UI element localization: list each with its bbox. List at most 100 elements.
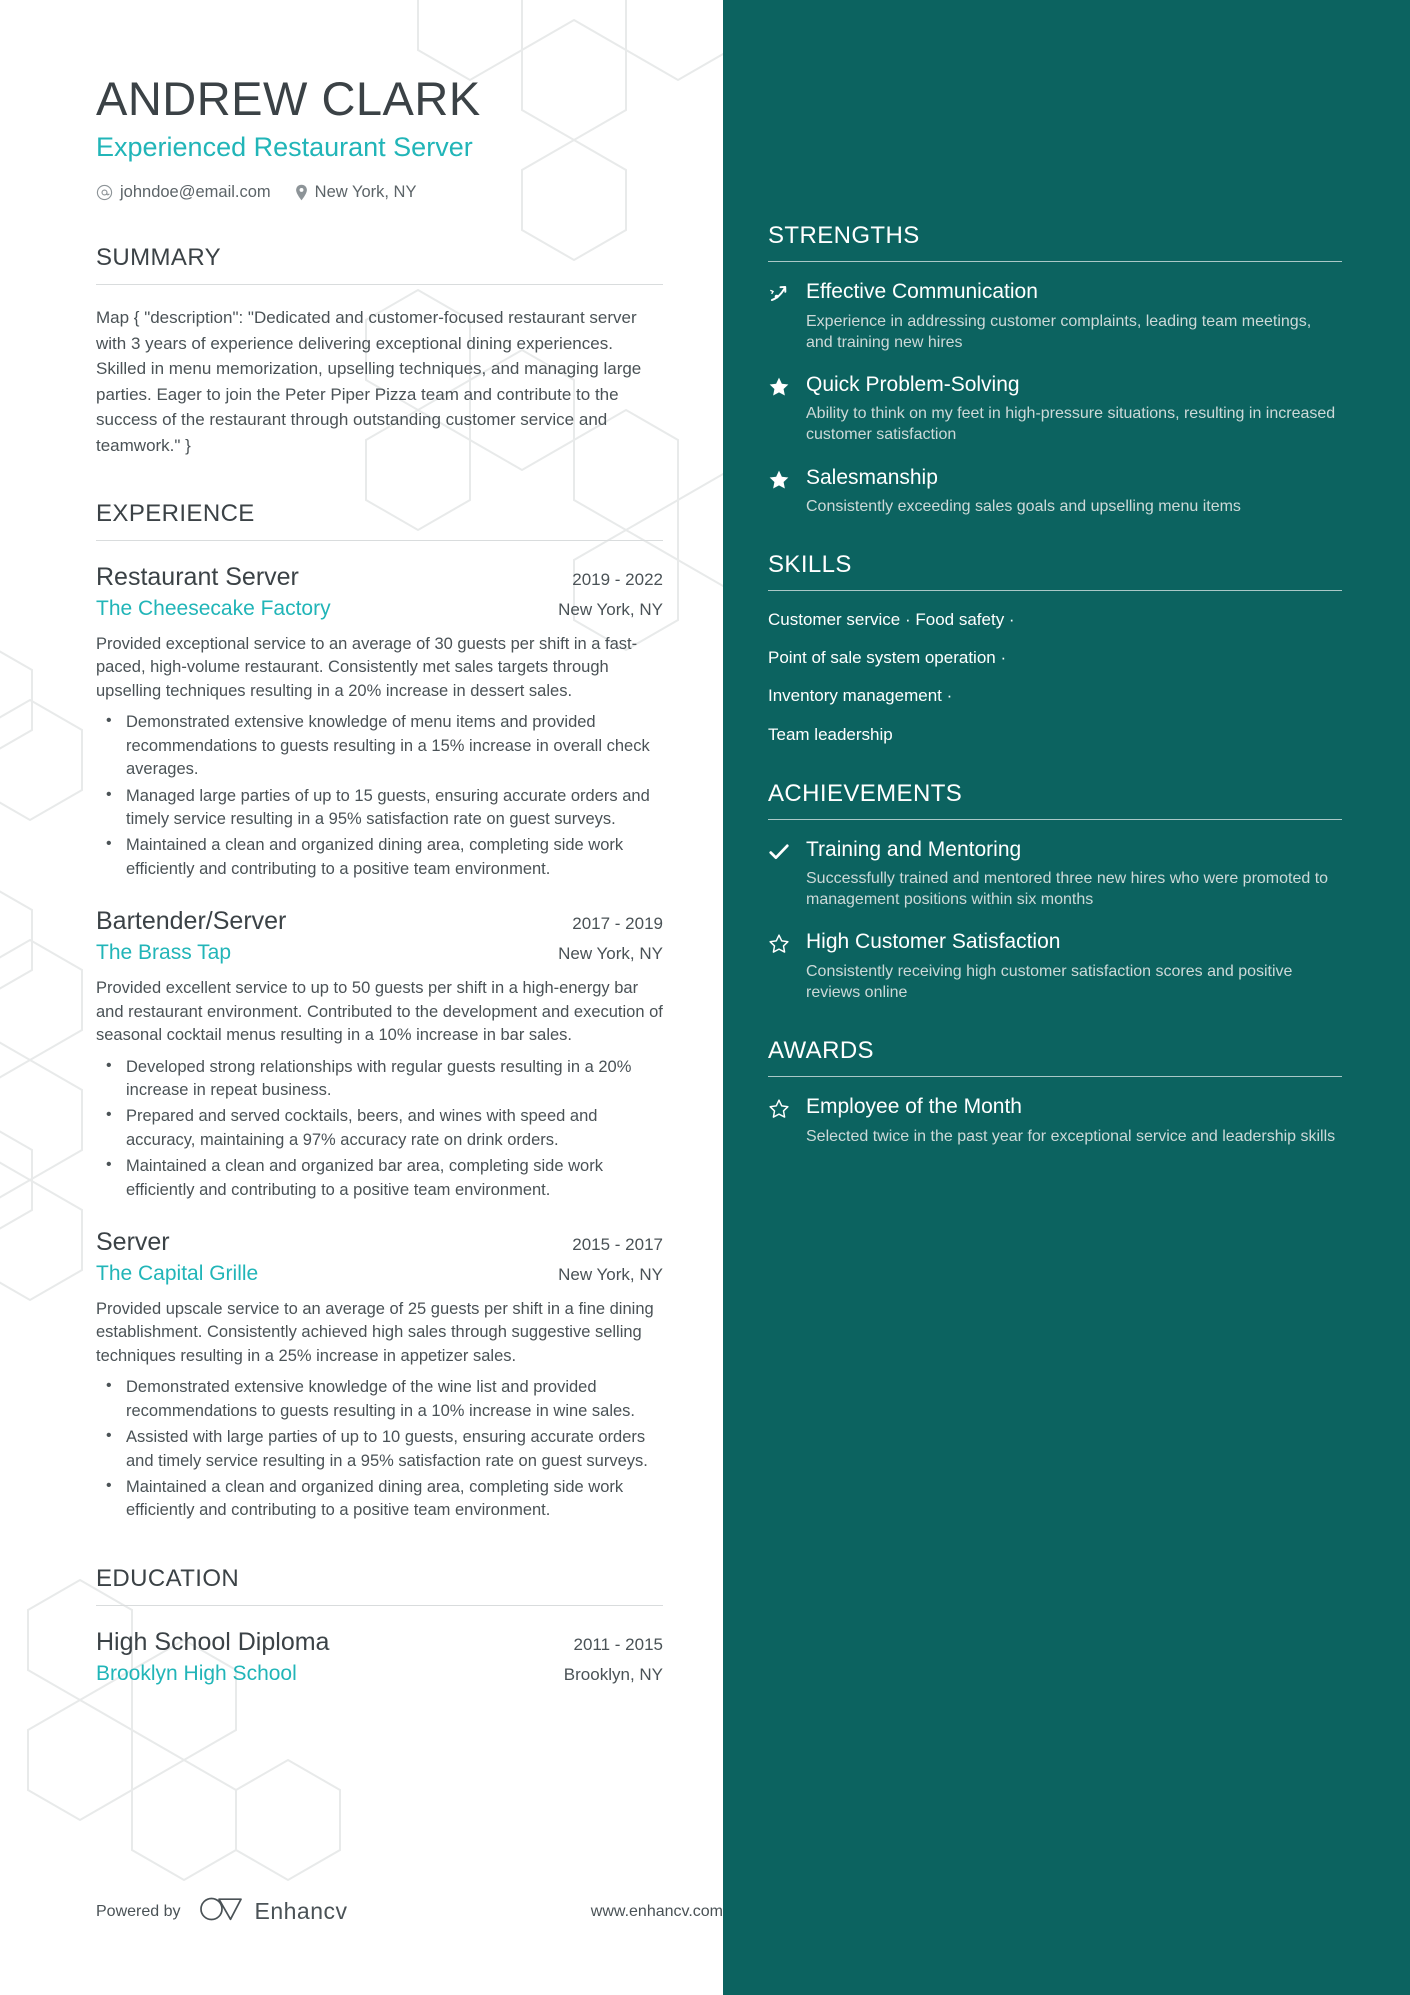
check-icon (768, 838, 792, 911)
side-item-title: Employee of the Month (806, 1095, 1022, 1119)
job-bullet: Prepared and served cocktails, beers, an… (96, 1104, 663, 1152)
degree-title: High School Diploma (96, 1627, 330, 1656)
job-company[interactable]: The Cheesecake Factory (96, 597, 331, 621)
job-bullets: Demonstrated extensive knowledge of menu… (96, 710, 663, 881)
side-item-title: Quick Problem-Solving (806, 372, 1020, 396)
strength-item: Salesmanship Consistently exceeding sales… (768, 466, 1342, 518)
skill-line: Customer service · Food safety · (768, 610, 1015, 630)
skills-heading: SKILLS (768, 551, 852, 579)
section-divider (768, 818, 1342, 820)
education-entry-sub: Brooklyn High School Brooklyn, NY (96, 1662, 663, 1686)
skill-line: Inventory management · (768, 686, 953, 706)
contact-row: johndoe@email.com New York, NY (96, 183, 663, 202)
job-bullet: Maintained a clean and organized bar are… (96, 1154, 663, 1202)
contact-location: New York, NY (295, 183, 417, 202)
star-filled-icon (768, 373, 792, 446)
side-item-description: Selected twice in the past year for exce… (806, 1127, 1336, 1145)
job-description: Provided upscale service to an average o… (96, 1300, 654, 1365)
section-strengths: STRENGTHS Effective Communication Experie… (768, 222, 1342, 517)
job-location: New York, NY (558, 1265, 663, 1285)
job-dates: 2015 - 2017 (572, 1235, 663, 1255)
job-location: New York, NY (558, 600, 663, 620)
job-bullets: Demonstrated extensive knowledge of the … (96, 1375, 663, 1523)
job-dates: 2019 - 2022 (572, 570, 663, 590)
award-item: Employee of the Month Selected twice in t… (768, 1095, 1342, 1147)
job-bullet: Demonstrated extensive knowledge of menu… (96, 710, 663, 781)
education-list: High School Diploma 2011 - 2015 Brooklyn H… (96, 1628, 663, 1686)
side-item-title: Effective Communication (806, 280, 1038, 303)
experience-entry-head: Restaurant Server 2019 - 2022 (96, 563, 663, 592)
achievements-heading: ACHIEVEMENTS (768, 779, 963, 807)
side-item-description: Successfully trained and mentored three … (806, 870, 1329, 909)
experience-entry-sub: The Cheesecake Factory New York, NY (96, 597, 663, 621)
enhancv-brand[interactable]: Enhancv (199, 1896, 348, 1927)
sidebar-column: STRENGTHS Effective Communication Experie… (723, 0, 1410, 1995)
school-location: Brooklyn, NY (563, 1664, 663, 1684)
email-text: johndoe@email.com (120, 183, 271, 202)
section-education: EDUCATION High School Diploma 2011 - 2015… (96, 1565, 663, 1686)
experience-entry: Restaurant Server 2019 - 2022 The Cheeseca… (96, 563, 663, 881)
job-company[interactable]: The Brass Tap (96, 941, 231, 965)
side-item-description: Ability to think on my feet in high-pres… (806, 405, 1336, 444)
skills-list: Customer service · Food safety · Point of… (768, 609, 1342, 745)
job-dates: 2017 - 2019 (572, 914, 663, 934)
side-item-description: Experience in addressing customer compla… (806, 312, 1312, 351)
section-divider (96, 1604, 663, 1606)
awards-list: Employee of the Month Selected twice in t… (768, 1095, 1342, 1147)
job-bullets: Developed strong relationships with regu… (96, 1055, 663, 1203)
awards-heading: AWARDS (768, 1037, 874, 1065)
section-divider (96, 540, 663, 542)
section-divider (768, 1076, 1342, 1078)
degree-dates: 2011 - 2015 (573, 1634, 663, 1654)
section-experience: EXPERIENCE Restaurant Server 2019 - 2022 T… (96, 500, 663, 1523)
job-bullet: Demonstrated extensive knowledge of the … (96, 1375, 663, 1423)
enhancv-logo-icon (199, 1896, 243, 1927)
side-item-description: Consistently exceeding sales goals and u… (806, 498, 1241, 516)
enhancv-wordmark: Enhancv (254, 1898, 348, 1924)
page-title: ANDREW CLARK (96, 72, 481, 125)
job-bullet: Developed strong relationships with regu… (96, 1055, 663, 1103)
achievements-list: Training and Mentoring Successfully train… (768, 838, 1342, 1004)
section-skills: SKILLS Customer service · Food safety · P… (768, 551, 1342, 745)
school-name[interactable]: Brooklyn High School (96, 1662, 297, 1686)
email-icon (96, 184, 113, 201)
footer-branding: Powered by Enhancv (96, 1896, 348, 1927)
summary-heading: SUMMARY (96, 244, 222, 272)
footer-url[interactable]: www.enhancv.com (591, 1903, 723, 1921)
education-heading: EDUCATION (96, 1564, 240, 1592)
education-entry: High School Diploma 2011 - 2015 Brooklyn H… (96, 1628, 663, 1686)
main-column: ANDREW CLARK Experienced Restaurant Serv… (0, 0, 723, 1995)
star-filled-icon (768, 466, 792, 518)
footer: Powered by Enhancv www.enhancv.com (96, 1896, 723, 1927)
side-item-description: Consistently receiving high customer sat… (806, 962, 1293, 1002)
section-summary: SUMMARY Map { "description": "Dedicated … (96, 244, 663, 458)
section-achievements: ACHIEVEMENTS Training and Mentoring Succe… (768, 780, 1342, 1004)
achievement-item: High Customer Satisfaction Consistently r… (768, 930, 1342, 1003)
side-item-title: Training and Mentoring (806, 837, 1022, 861)
strength-item: Effective Communication Experience in add… (768, 280, 1342, 353)
powered-by-label: Powered by (96, 1902, 181, 1920)
contact-email[interactable]: johndoe@email.com (96, 183, 271, 202)
strengths-heading: STRENGTHS (768, 222, 920, 249)
job-title: Bartender/Server (96, 907, 287, 936)
experience-entry-head: Bartender/Server 2017 - 2019 (96, 907, 663, 936)
star-outline-icon (768, 1095, 792, 1147)
job-company[interactable]: The Capital Grille (96, 1262, 258, 1286)
job-title: Restaurant Server (96, 563, 299, 592)
job-bullet: Maintained a clean and organized dining … (96, 833, 663, 881)
headline: Experienced Restaurant Server (96, 132, 473, 163)
section-divider (768, 261, 1342, 262)
experience-heading: EXPERIENCE (96, 500, 255, 528)
experience-entry-sub: The Capital Grille New York, NY (96, 1262, 663, 1286)
summary-text: Map { "description": "Dedicated and cust… (96, 308, 642, 455)
location-text: New York, NY (314, 183, 417, 202)
side-item-title: Salesmanship (806, 465, 938, 489)
experience-entry-head: Server 2015 - 2017 (96, 1228, 663, 1257)
job-bullet: Maintained a clean and organized dining … (96, 1475, 663, 1523)
job-title: Server (96, 1228, 170, 1257)
job-bullet: Assisted with large parties of up to 10 … (96, 1425, 663, 1473)
experience-entry-sub: The Brass Tap New York, NY (96, 941, 663, 965)
experience-list: Restaurant Server 2019 - 2022 The Cheeseca… (96, 563, 663, 1523)
achievement-item: Training and Mentoring Successfully train… (768, 838, 1342, 911)
job-description: Provided excellent service to up to 50 g… (96, 979, 663, 1045)
